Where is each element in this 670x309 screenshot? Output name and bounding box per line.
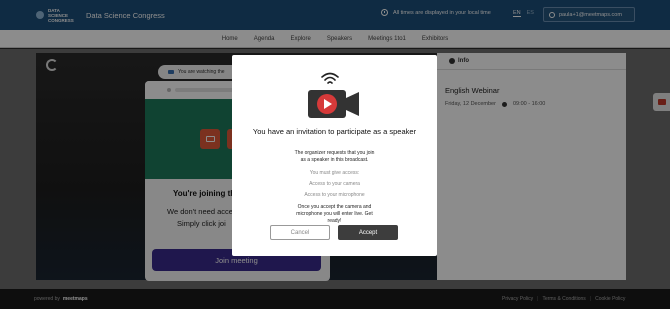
requirement-item: Access to your camera (309, 181, 360, 187)
broadcast-wifi-icon (321, 72, 339, 84)
cancel-button[interactable]: Cancel (270, 225, 330, 240)
modal-title: You have an invitation to participate as… (252, 127, 417, 136)
modal-note: Once you accept the camera and microphon… (296, 204, 373, 224)
accept-button[interactable]: Accept (338, 225, 398, 240)
modal-subtitle: The organizer requests that you join as … (294, 150, 375, 163)
video-camera-icon (308, 90, 359, 118)
requirement-item: Access to your microphone (304, 192, 365, 198)
requirement-item: You must give access: (309, 170, 360, 176)
